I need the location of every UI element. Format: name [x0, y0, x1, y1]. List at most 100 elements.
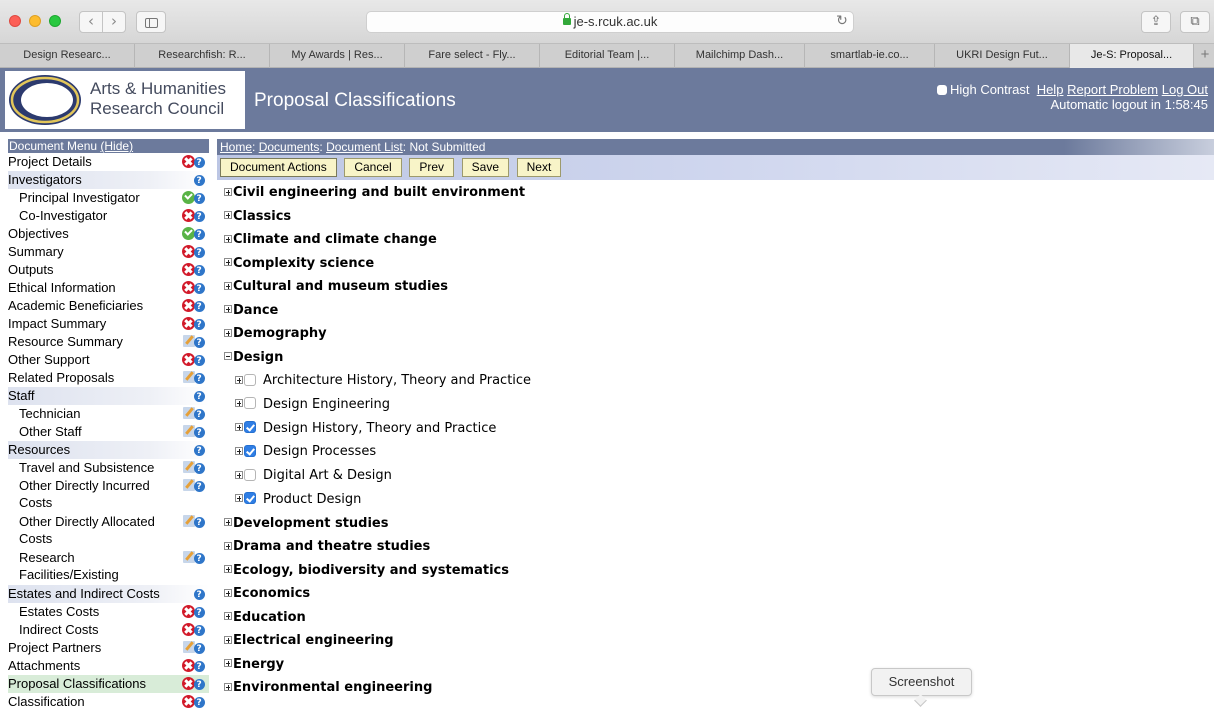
help-icon[interactable] [194, 551, 205, 568]
help-icon[interactable] [194, 281, 205, 298]
reload-icon[interactable]: ↻ [832, 11, 852, 33]
expand-icon[interactable] [224, 635, 232, 644]
expand-icon[interactable] [224, 234, 232, 243]
menu-item-project-partners[interactable]: Project Partners [8, 639, 209, 658]
expand-icon[interactable] [224, 187, 232, 196]
expand-icon[interactable] [235, 446, 243, 455]
menu-item-proposal-classifications[interactable]: Proposal Classifications [8, 675, 209, 694]
help-icon[interactable] [194, 263, 205, 280]
help-icon[interactable] [194, 605, 205, 622]
high-contrast-checkbox[interactable] [936, 85, 947, 95]
help-icon[interactable] [194, 353, 205, 370]
zoom-window-button[interactable] [49, 15, 61, 27]
menu-item-academic-beneficiaries[interactable]: Academic Beneficiaries [8, 297, 209, 316]
help-icon[interactable] [194, 695, 205, 709]
next-button[interactable]: Next [516, 158, 562, 177]
help-icon[interactable] [194, 155, 205, 172]
expand-icon[interactable] [235, 494, 243, 503]
cancel-button[interactable]: Cancel [344, 158, 402, 177]
back-button[interactable]: ‹ [79, 11, 103, 33]
help-icon[interactable] [194, 407, 205, 424]
classification-checkbox[interactable] [244, 444, 256, 457]
expand-icon[interactable] [224, 258, 232, 266]
help-icon[interactable] [194, 587, 205, 604]
help-icon[interactable] [194, 515, 205, 532]
address-bar[interactable]: je-s.rcuk.ac.uk [366, 11, 854, 33]
help-icon[interactable] [194, 677, 205, 694]
expand-icon[interactable] [224, 612, 232, 621]
browser-tab[interactable]: Fare select - Fly... [405, 44, 540, 68]
menu-item-classification[interactable]: Classification [8, 693, 209, 709]
minimize-window-button[interactable] [29, 15, 41, 27]
expand-icon[interactable] [224, 305, 232, 313]
help-icon[interactable] [194, 623, 205, 640]
help-icon[interactable] [194, 425, 205, 442]
expand-icon[interactable] [224, 659, 232, 668]
browser-tab[interactable]: Mailchimp Dash... [675, 44, 805, 68]
browser-tab[interactable]: UKRI Design Fut... [935, 44, 1070, 68]
expand-icon[interactable] [235, 375, 243, 384]
help-icon[interactable] [194, 299, 205, 316]
menu-item-resources[interactable]: Resources [8, 441, 209, 460]
help-link[interactable]: Help [1037, 82, 1064, 97]
help-icon[interactable] [194, 191, 205, 208]
menu-item-principal-investigator[interactable]: Principal Investigator [8, 189, 209, 208]
help-icon[interactable] [194, 443, 205, 460]
breadcrumb-documents[interactable]: Documents [259, 140, 320, 154]
menu-item-impact-summary[interactable]: Impact Summary [8, 315, 209, 334]
breadcrumb-home[interactable]: Home [220, 140, 252, 154]
expand-icon[interactable] [224, 565, 232, 574]
breadcrumb-document-list[interactable]: Document List [326, 140, 403, 154]
menu-item-objectives[interactable]: Objectives [8, 225, 209, 244]
expand-icon[interactable] [235, 470, 243, 479]
browser-tab[interactable]: smartlab-ie.co... [805, 44, 935, 68]
classification-checkbox[interactable] [244, 468, 256, 481]
menu-item-other-staff[interactable]: Other Staff [8, 423, 209, 442]
expand-icon[interactable] [235, 399, 243, 408]
hide-menu-link[interactable]: (Hide) [100, 139, 133, 153]
help-icon[interactable] [194, 317, 205, 334]
browser-tab[interactable]: Editorial Team |... [540, 44, 675, 68]
browser-tab[interactable]: My Awards | Res... [270, 44, 405, 68]
expand-icon[interactable] [224, 588, 232, 597]
menu-item-related-proposals[interactable]: Related Proposals [8, 369, 209, 388]
browser-tab[interactable]: Researchfish: R... [135, 44, 270, 68]
expand-icon[interactable] [235, 423, 243, 432]
help-icon[interactable] [194, 659, 205, 676]
expand-icon[interactable] [224, 281, 232, 290]
collapse-icon[interactable] [224, 352, 232, 360]
classification-checkbox[interactable] [244, 492, 256, 505]
help-icon[interactable] [194, 335, 205, 352]
menu-item-indirect-costs[interactable]: Indirect Costs [8, 621, 209, 640]
help-icon[interactable] [194, 227, 205, 244]
menu-item-staff[interactable]: Staff [8, 387, 209, 406]
menu-item-ethical-information[interactable]: Ethical Information [8, 279, 209, 298]
expand-icon[interactable] [224, 211, 232, 219]
menu-item-other-directly-incurred-costs[interactable]: Other Directly Incurred Costs [8, 477, 209, 513]
help-icon[interactable] [194, 245, 205, 262]
report-problem-link[interactable]: Report Problem [1067, 82, 1158, 97]
expand-icon[interactable] [224, 682, 232, 691]
prev-button[interactable]: Prev [409, 158, 455, 177]
help-icon[interactable] [194, 641, 205, 658]
menu-item-estates-costs[interactable]: Estates Costs [8, 603, 209, 622]
menu-item-project-details[interactable]: Project Details [8, 153, 209, 172]
close-window-button[interactable] [9, 15, 21, 27]
help-icon[interactable] [194, 461, 205, 478]
menu-item-travel-and-subsistence[interactable]: Travel and Subsistence [8, 459, 209, 478]
ahrc-logo[interactable]: Arts & Humanities Research Council [5, 71, 245, 129]
menu-item-summary[interactable]: Summary [8, 243, 209, 262]
menu-item-other-directly-allocated-costs[interactable]: Other Directly Allocated Costs [8, 513, 209, 549]
menu-item-research-facilities-existing-equipment[interactable]: Research Facilities/Existing Equipment [8, 549, 209, 599]
menu-item-other-support[interactable]: Other Support [8, 351, 209, 370]
expand-icon[interactable] [224, 518, 232, 527]
classification-checkbox[interactable] [244, 373, 256, 386]
menu-item-technician[interactable]: Technician [8, 405, 209, 424]
menu-item-co-investigator[interactable]: Co-Investigator [8, 207, 209, 226]
new-tab-button[interactable]: + [1196, 44, 1214, 68]
share-button[interactable]: ⇪ [1141, 11, 1171, 33]
save-button[interactable]: Save [461, 158, 509, 177]
logout-link[interactable]: Log Out [1162, 82, 1208, 97]
show-tabs-button[interactable]: ⧉ [1180, 11, 1210, 33]
menu-item-outputs[interactable]: Outputs [8, 261, 209, 280]
